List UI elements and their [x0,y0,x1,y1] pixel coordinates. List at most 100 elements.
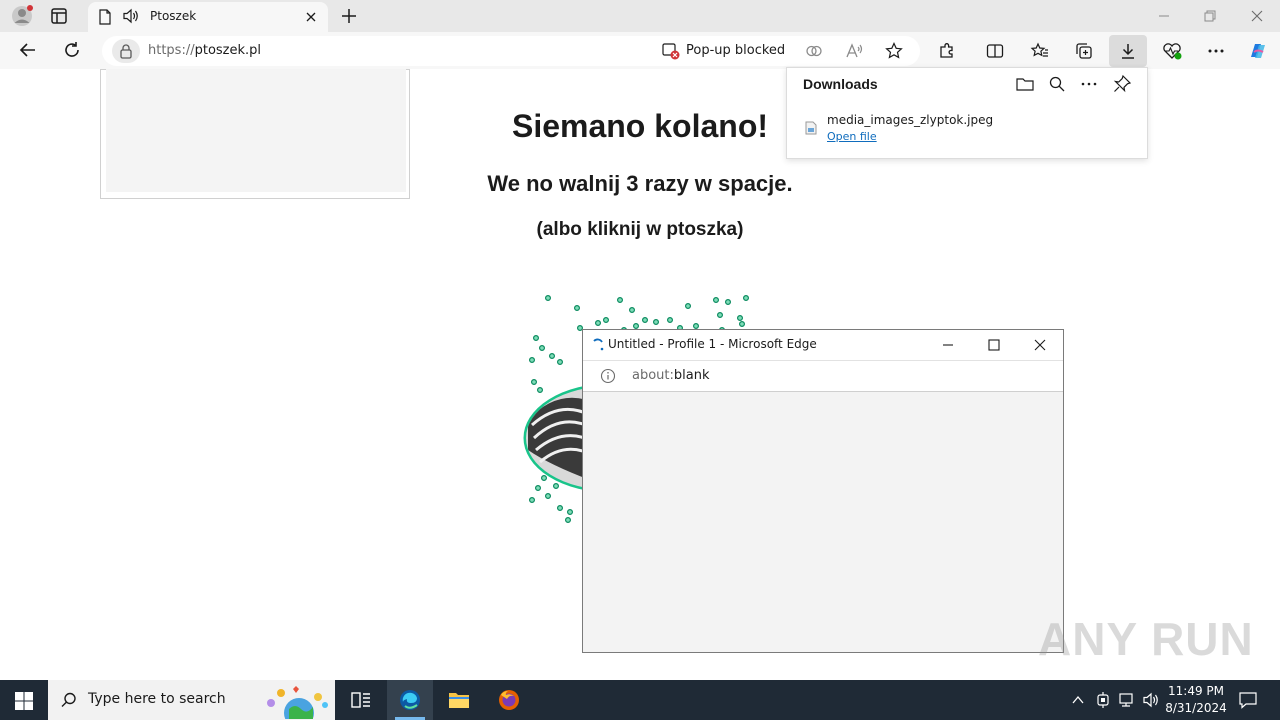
tray-device-icon[interactable] [1094,691,1112,709]
minimize-icon [1159,15,1169,17]
firefox-logo-icon [499,690,519,710]
profile-avatar[interactable] [11,5,33,27]
tab-title: Ptoszek [150,9,197,23]
open-downloads-folder-button[interactable] [1015,74,1035,94]
confetti-dot [725,299,732,306]
read-aloud-button[interactable] [838,36,870,66]
confetti-dot [602,317,609,324]
favorites-button[interactable] [1024,36,1056,66]
show-hidden-icons-button[interactable] [1070,692,1086,708]
taskbar-edge-button[interactable] [387,680,433,720]
popup-browser-window[interactable]: Untitled - Profile 1 - Microsoft Edge ab… [582,329,1064,653]
browser-essentials-button[interactable] [1156,36,1188,66]
more-options-button[interactable] [1200,36,1232,66]
url-text[interactable]: https://ptoszek.pl [148,43,261,58]
refresh-button[interactable] [56,35,88,65]
copilot-button[interactable] [1242,36,1274,66]
popup-url-rest: blank [673,368,710,383]
speaker-icon[interactable] [122,8,140,24]
collections-button[interactable] [1068,36,1100,66]
popup-address-bar[interactable]: about:blank [583,360,1063,392]
taskbar-clock[interactable]: 11:49 PM 8/31/2024 [1160,683,1232,717]
search-icon [1049,76,1065,92]
taskbar-file-explorer-button[interactable] [447,688,471,712]
confetti-dot [539,344,546,351]
confetti-dot [529,356,536,363]
downloads-more-button[interactable] [1079,74,1099,94]
tray-network-icon[interactable] [1118,691,1136,709]
notification-icon [1239,692,1257,709]
confetti-dot [739,321,746,328]
confetti-dot [693,322,700,329]
start-button[interactable] [12,689,36,713]
link-circles-icon [806,45,822,57]
lock-icon [120,44,132,59]
close-icon [1034,339,1046,351]
split-screen-icon [986,44,1004,58]
new-tab-button[interactable] [338,5,360,27]
open-file-link[interactable]: Open file [827,130,877,143]
favorite-button[interactable] [878,36,910,66]
confetti-dot [653,319,660,326]
more-horizontal-icon [1081,82,1097,86]
read-aloud-icon [846,43,863,58]
split-screen-button[interactable] [979,36,1011,66]
close-tab-icon[interactable] [305,11,317,23]
info-icon[interactable] [600,368,616,384]
page-heading: Siemano kolano! [511,108,769,144]
downloads-panel: Downloads media_images_zlyptok.jpeg Open… [786,67,1148,159]
confetti-dot [594,320,601,327]
chevron-up-icon [1072,695,1084,704]
task-view-button[interactable] [350,690,372,710]
confetti-dot [541,475,548,482]
popup-close-button[interactable] [1032,337,1048,353]
popup-blocked-label[interactable]: Pop-up blocked [686,43,785,58]
search-icon [61,692,76,708]
download-file-name[interactable]: media_images_zlyptok.jpeg [827,113,993,127]
popup-maximize-button[interactable] [986,337,1002,353]
confetti-dot [549,352,556,359]
refresh-icon [65,42,79,57]
downloads-button[interactable] [1109,35,1147,67]
notifications-button[interactable] [1238,690,1258,710]
confetti-dot [717,312,724,319]
minimize-icon [943,344,953,346]
tab-ptoszek[interactable]: Ptoszek [88,2,328,32]
popup-url-scheme: about: [632,368,674,383]
pin-downloads-button[interactable] [1112,74,1132,94]
page-icon [99,9,111,25]
close-window-button[interactable] [1249,8,1265,24]
taskbar-search-box[interactable]: Type here to search [48,680,335,720]
tab-actions-button[interactable] [48,6,70,26]
confetti-dot [552,483,559,490]
back-button[interactable] [12,35,44,65]
tray-volume-icon[interactable] [1142,691,1160,709]
popup-url[interactable]: about:blank [632,368,710,383]
pin-icon [1113,74,1132,93]
popup-blocked-icon[interactable] [662,42,680,60]
minimize-window-button[interactable] [1156,8,1172,24]
embedded-frame-content [106,69,406,192]
extensions-button[interactable] [931,36,963,66]
popup-blocked-glyph [662,43,680,60]
clock-time: 11:49 PM [1168,684,1224,698]
profile-icon [12,5,33,26]
confetti-dot [685,303,692,310]
taskbar-search-placeholder: Type here to search [88,691,226,707]
search-downloads-button[interactable] [1047,74,1067,94]
immersive-reader-button[interactable] [798,36,830,66]
url-scheme: https:// [148,43,195,58]
search-highlight-globe-icon [267,686,328,719]
confetti-dot [667,317,674,324]
confetti-dot [737,315,744,322]
site-info-button[interactable] [112,39,140,63]
taskbar-firefox-button[interactable] [497,688,521,712]
confetti-dot [531,378,538,385]
popup-title-bar[interactable]: Untitled - Profile 1 - Microsoft Edge [583,330,1063,360]
network-icon [1119,693,1133,707]
popup-minimize-button[interactable] [940,337,956,353]
confetti-dot [556,358,563,365]
restore-window-button[interactable] [1202,8,1218,24]
star-icon [885,42,903,59]
downloads-title: Downloads [803,76,878,92]
